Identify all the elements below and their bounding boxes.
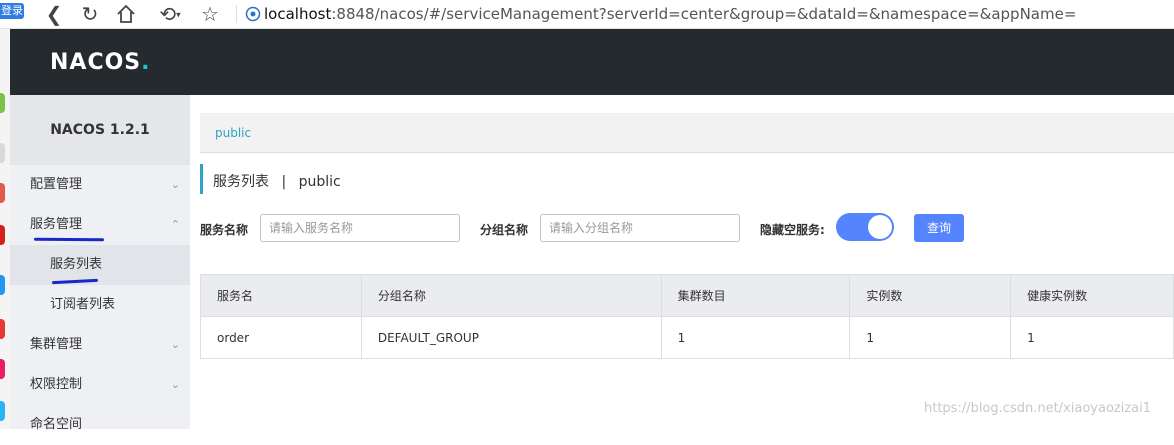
back-icon[interactable]: ❮ (42, 2, 66, 26)
cell-instance-count: 1 (849, 316, 1012, 359)
logo-text: NACOS (50, 50, 142, 75)
sidebar-item-label: 权限控制 (30, 377, 83, 392)
column-header-service-name: 服务名 (200, 274, 362, 317)
top-header: NACOS. (10, 29, 1174, 95)
group-name-input[interactable] (540, 214, 740, 242)
login-extension-badge[interactable]: 登录 (0, 3, 24, 19)
column-header-instance-count: 实例数 (849, 274, 1012, 317)
app-icon-blue[interactable] (0, 275, 5, 295)
address-path: :8848/nacos/#/serviceManagement?serverId… (331, 5, 1077, 23)
query-button[interactable]: 查询 (914, 214, 964, 242)
sidebar-item-subscriber-list[interactable]: 订阅者列表 (10, 285, 190, 325)
address-divider (236, 5, 237, 23)
watermark: https://blog.csdn.net/xiaoyaozizai1 (924, 401, 1152, 416)
sidebar-item-label: 配置管理 (30, 177, 83, 192)
namespace-bar: public (200, 113, 1174, 153)
cell-healthy-count: 1 (1010, 316, 1174, 359)
toggle-knob (868, 215, 892, 239)
nacos-logo[interactable]: NACOS. (50, 50, 151, 75)
column-header-healthy-count: 健康实例数 (1010, 274, 1174, 317)
reload-icon[interactable]: ↻ (78, 2, 102, 26)
app-icon-red-3[interactable] (0, 319, 5, 339)
group-name-label: 分组名称 (480, 223, 529, 237)
chevron-up-icon: ⌃ (170, 218, 180, 231)
cell-group-name: DEFAULT_GROUP (360, 316, 662, 359)
chevron-down-icon: ⌄ (170, 338, 180, 351)
app-icon-red[interactable] (0, 183, 5, 203)
address-host: localhost (264, 5, 332, 23)
chevron-down-icon: ⌄ (170, 178, 180, 191)
page-title-namespace: public (298, 174, 341, 190)
star-icon[interactable]: ☆ (198, 2, 222, 26)
cell-cluster-count: 1 (660, 316, 851, 359)
service-name-label: 服务名称 (200, 223, 249, 237)
annotation-underline (33, 237, 105, 242)
undo-icon[interactable]: ⟲▾ (152, 2, 188, 26)
title-separator: | (281, 174, 287, 190)
sidebar-item-cluster[interactable]: 集群管理 ⌄ (10, 325, 190, 365)
hide-empty-label: 隐藏空服务: (760, 223, 825, 237)
sidebar: NACOS 1.2.1 配置管理 ⌄ 服务管理 ⌃ 服务列表 订阅者列表 集群管… (10, 95, 190, 432)
service-name-input[interactable] (260, 214, 460, 242)
table-row: order DEFAULT_GROUP 1 1 1 (200, 316, 1174, 359)
sidebar-item-namespace[interactable]: 命名空间 (10, 405, 190, 445)
hide-empty-toggle[interactable] (836, 213, 894, 241)
column-header-cluster-count: 集群数目 (660, 274, 851, 317)
chevron-down-icon: ⌄ (170, 378, 180, 391)
browser-toolbar: 登录 ❮ ↻ ⟲▾ ☆ localhost:8848/nacos/#/servi… (0, 0, 1174, 29)
app-icon-red-2[interactable] (0, 225, 5, 245)
namespace-link[interactable]: public (215, 126, 251, 140)
sidebar-item-permission[interactable]: 权限控制 ⌄ (10, 365, 190, 405)
app-icon-lightblue[interactable] (0, 401, 5, 421)
column-header-group-name: 分组名称 (360, 274, 662, 317)
site-info-icon[interactable] (245, 6, 261, 22)
address-bar[interactable]: localhost:8848/nacos/#/serviceManagement… (264, 4, 1076, 24)
sidebar-item-label: 集群管理 (30, 337, 83, 352)
sidebar-item-service-list[interactable]: 服务列表 (10, 245, 190, 285)
table-header-row: 服务名 分组名称 集群数目 实例数 健康实例数 (200, 274, 1174, 317)
app-icon-gray[interactable] (0, 143, 5, 163)
app-icon-green[interactable] (0, 93, 5, 113)
page-title: 服务列表 | public (200, 164, 341, 194)
app-icon-pink[interactable] (0, 359, 5, 379)
sidebar-item-config[interactable]: 配置管理 ⌄ (10, 165, 190, 205)
logo-dot: . (141, 50, 151, 75)
service-table: 服务名 分组名称 集群数目 实例数 健康实例数 order DEFAULT_GR… (200, 274, 1174, 359)
version-title: NACOS 1.2.1 (10, 95, 190, 165)
cell-service-name: order (200, 316, 362, 359)
home-icon[interactable] (114, 2, 138, 26)
app-strip (0, 29, 10, 429)
sidebar-item-label: 命名空间 (30, 417, 83, 432)
page-title-text: 服务列表 (213, 174, 269, 190)
sidebar-item-label: 服务管理 (30, 217, 83, 232)
